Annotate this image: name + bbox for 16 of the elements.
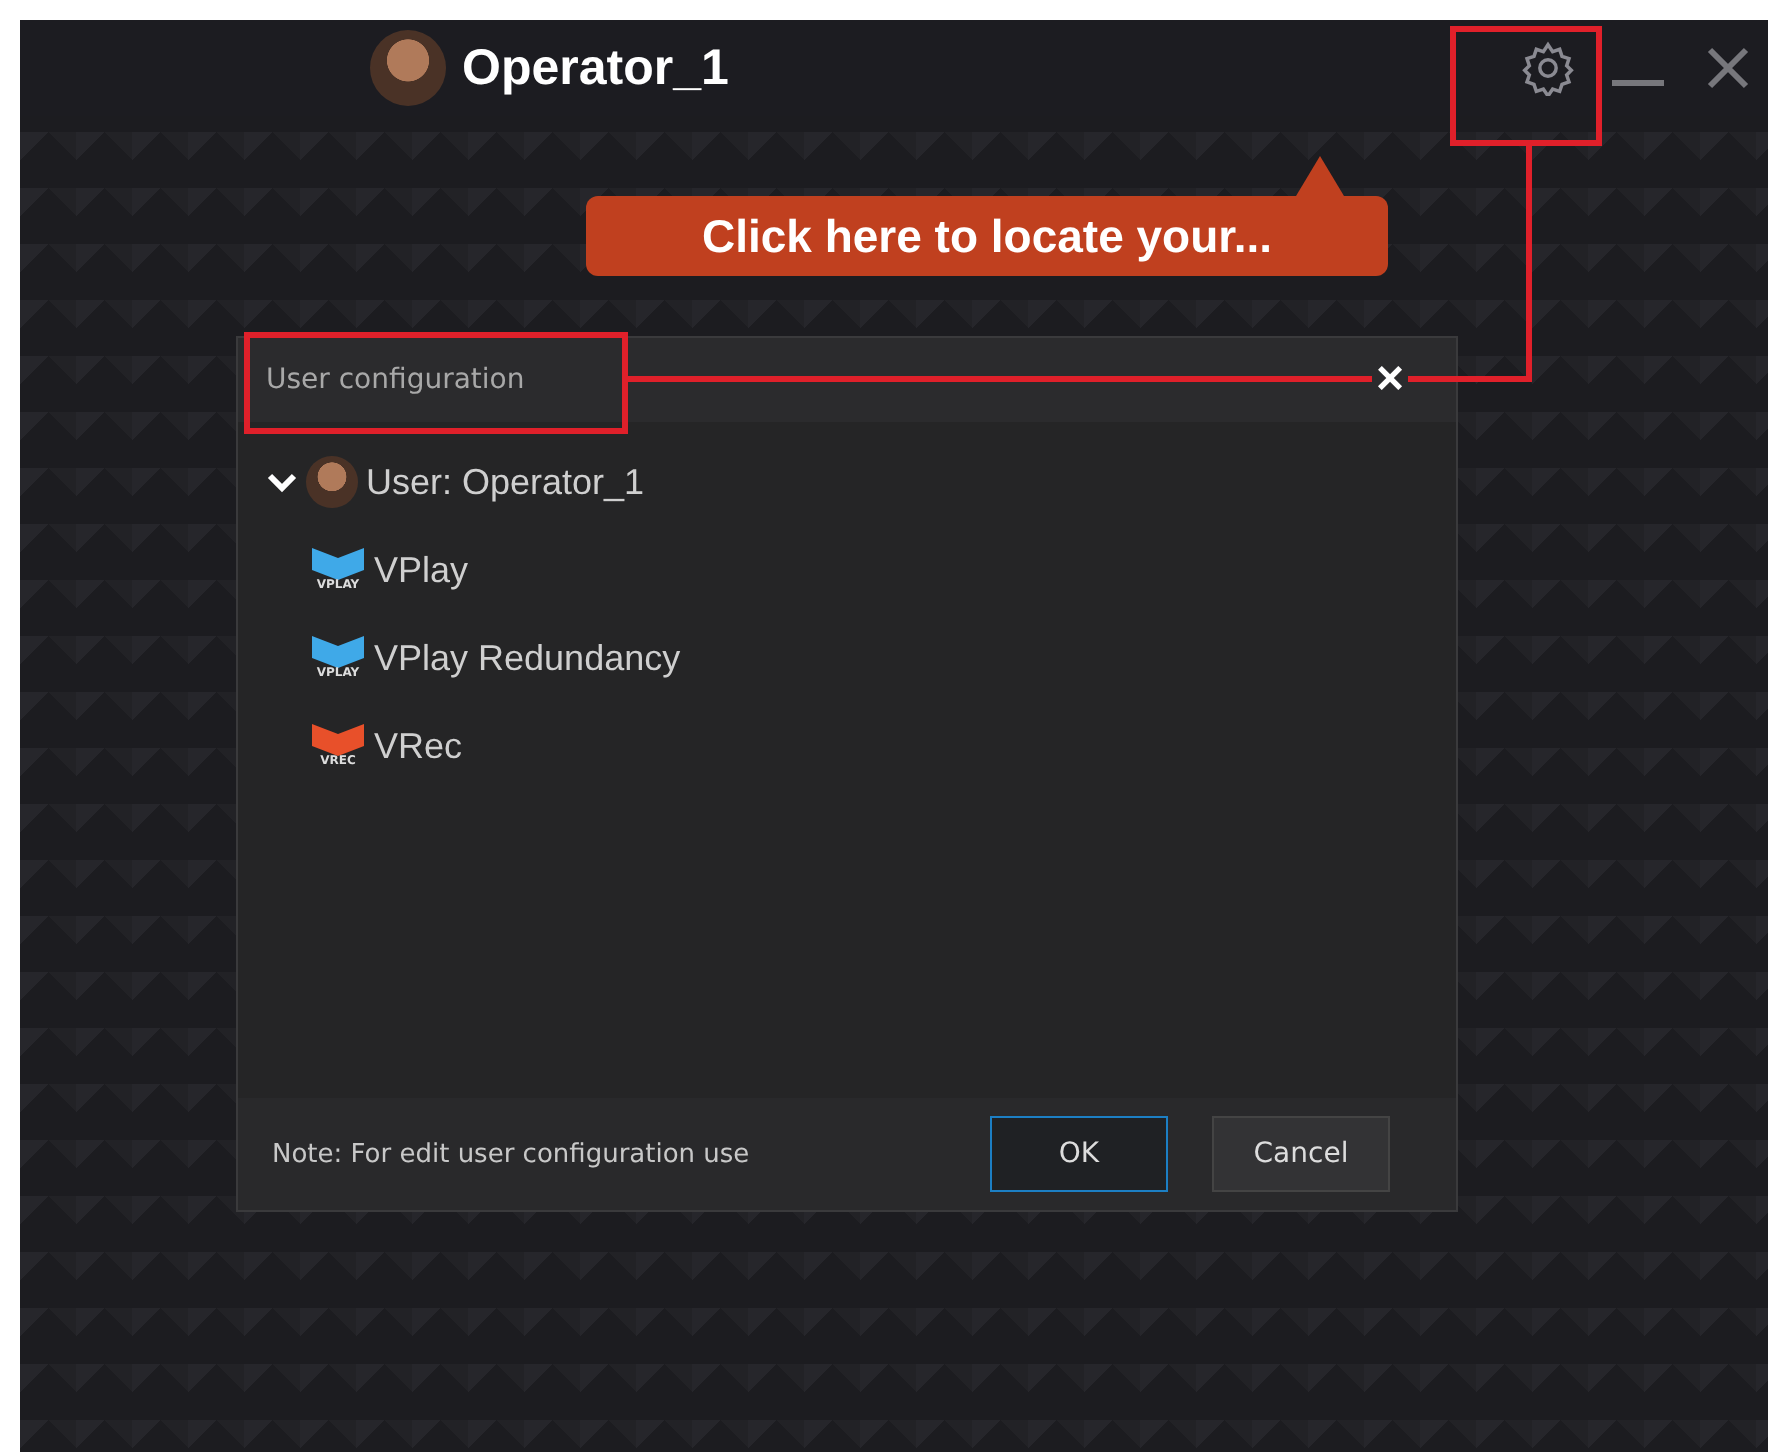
avatar-icon [306, 456, 358, 508]
cancel-button[interactable]: Cancel [1212, 1116, 1390, 1192]
ok-button[interactable]: OK [990, 1116, 1168, 1192]
note-text: Note: For edit user configuration use [272, 1139, 752, 1169]
dialog-title: User configuration [266, 364, 525, 396]
tree-item[interactable]: VPlay Redundancy [374, 637, 681, 679]
tree-item[interactable]: VPlay [374, 549, 469, 591]
minimize-icon [1612, 79, 1664, 85]
avatar-icon [370, 30, 446, 106]
tree-item[interactable]: VRec [374, 725, 463, 767]
tooltip-callout: Click here to locate your... [586, 196, 1388, 276]
close-icon [1706, 46, 1750, 90]
settings-icon [1520, 40, 1576, 96]
tree-item[interactable]: User: Operator_1 [366, 461, 645, 503]
chevron-down-icon[interactable] [266, 470, 298, 494]
window-title: Operator_1 [462, 39, 729, 97]
